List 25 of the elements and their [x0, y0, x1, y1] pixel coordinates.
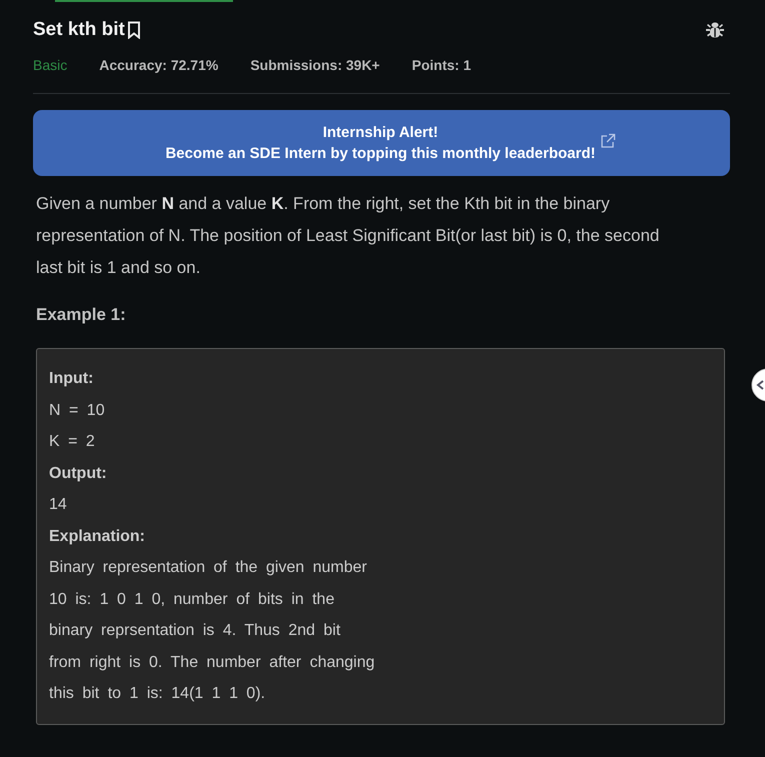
bookmark-icon[interactable]: [126, 21, 141, 39]
example-text: this bit to 1 is: 14(1 1 1 0).: [49, 684, 266, 704]
example-text: 14: [49, 495, 68, 515]
points-label: Points: 1: [412, 57, 471, 73]
collapse-handle-icon[interactable]: [751, 368, 765, 402]
example-text: binary reprsentation is 4. Thus 2nd bit: [49, 621, 342, 641]
problem-description: Given a number N and a value K. From the right, set the Kth bit in the binary representation of N. The position of Least Significant Bit(or last bit) is 0, the second last bit is 1 and so on.: [36, 193, 660, 279]
problem-title: Set kth bit: [33, 19, 125, 41]
example-text: 10 is: 1 0 1 0, number of bits in the: [49, 590, 336, 610]
banner-text: Become an SDE Intern by topping this monthly leaderboard!: [165, 144, 596, 164]
example-text: K = 2: [49, 432, 96, 452]
submissions-label: Submissions: 39K+: [250, 57, 380, 73]
external-link-icon: [600, 133, 616, 149]
example-text: Binary representation of the given number: [49, 558, 368, 578]
accuracy-label: Accuracy: 72.71%: [99, 57, 218, 73]
example-heading: Example 1:: [36, 305, 127, 325]
example-text: N = 10: [49, 400, 106, 420]
internship-banner[interactable]: Internship Alert! Become an SDE Intern by topping this monthly leaderboard!: [33, 110, 730, 176]
difficulty-label: Basic: [33, 57, 68, 73]
example-label: Output:: [49, 464, 108, 484]
example-text: from right is 0. The number after changing: [49, 652, 376, 672]
example-label: Explanation:: [49, 526, 146, 546]
example-label: Input:: [49, 369, 94, 389]
banner-title: Internship Alert!: [322, 123, 438, 143]
bug-icon[interactable]: [705, 20, 725, 40]
